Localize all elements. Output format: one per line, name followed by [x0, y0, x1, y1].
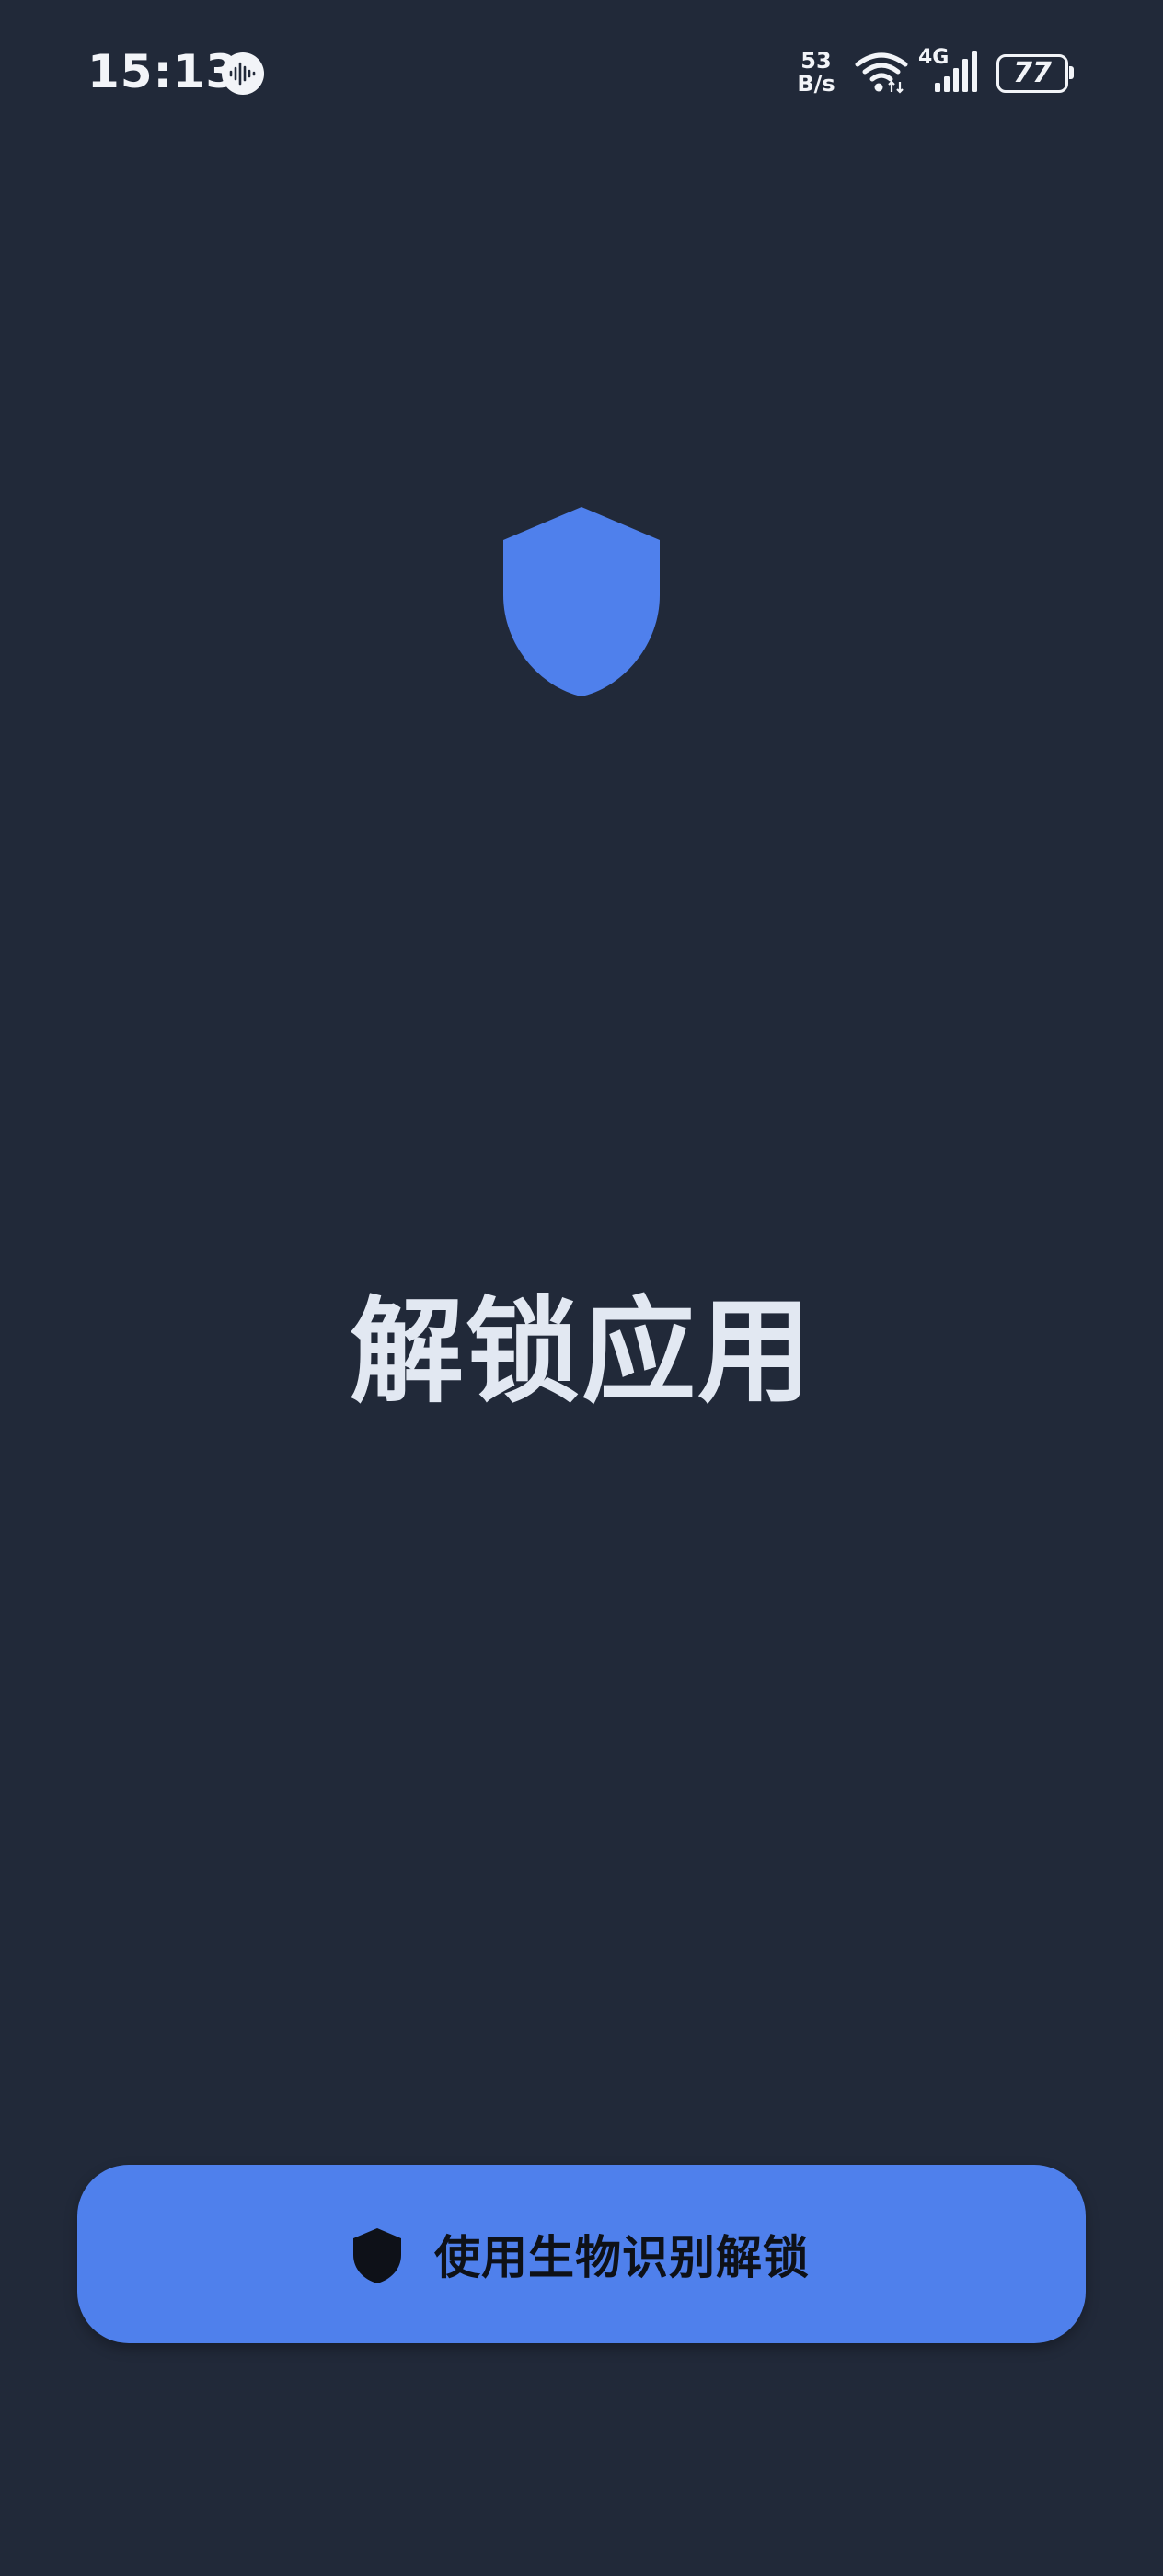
- cellular-signal-icon: [935, 51, 977, 92]
- biometric-unlock-label: 使用生物识别解锁: [434, 2231, 810, 2284]
- page-title: 解锁应用: [349, 1286, 813, 1419]
- battery-icon: 77: [996, 54, 1074, 93]
- network-speed-value: 53: [800, 48, 832, 74]
- biometric-unlock-button[interactable]: 使用生物识别解锁: [77, 2165, 1086, 2343]
- network-speed: 53 B/s: [791, 50, 841, 96]
- status-bar: 15:13 53 B/s 4G 77: [0, 0, 1163, 147]
- voice-assistant-icon: [222, 52, 264, 95]
- status-time: 15:13: [87, 45, 239, 98]
- wifi-icon: [855, 52, 908, 94]
- network-speed-unit: B/s: [797, 71, 835, 97]
- shield-icon: [353, 2228, 401, 2283]
- battery-level: 77: [1013, 57, 1052, 89]
- shield-icon: [503, 507, 660, 696]
